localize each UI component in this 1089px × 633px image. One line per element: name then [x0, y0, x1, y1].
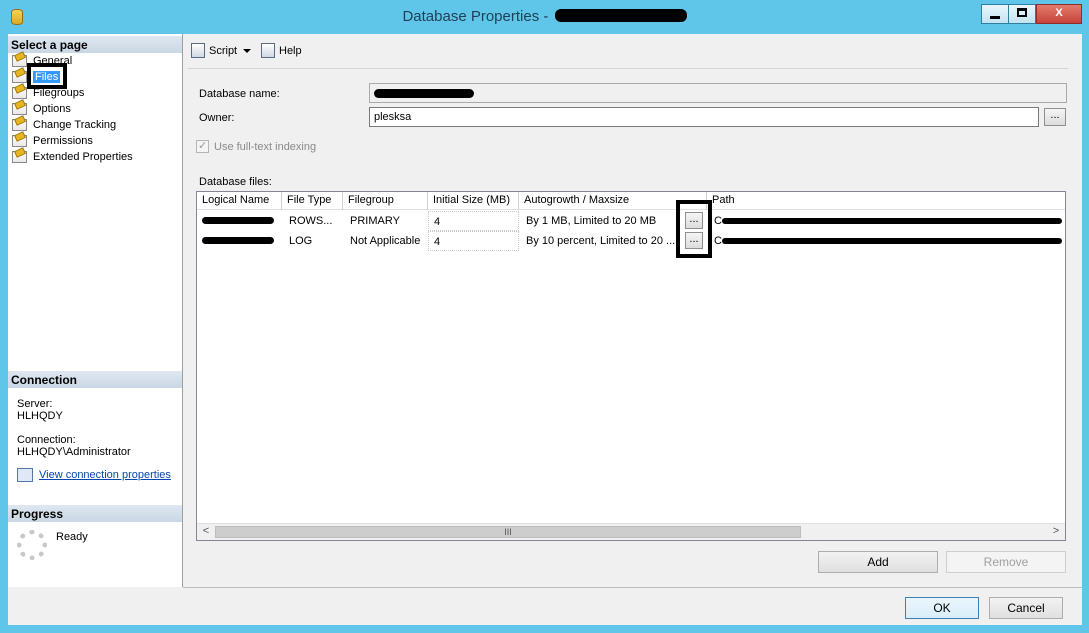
page-item-label: Options — [33, 103, 71, 115]
title-bar[interactable]: Database Properties - X — [0, 0, 1089, 34]
database-name-label: Database name: — [199, 88, 280, 100]
footer-separator — [183, 587, 1082, 588]
maximize-button[interactable] — [1008, 4, 1036, 24]
scroll-right-button[interactable]: > — [1048, 525, 1064, 539]
maximize-icon — [1017, 8, 1027, 17]
page-item-extended-properties[interactable]: Extended Properties — [12, 149, 177, 165]
window-title: Database Properties - — [0, 8, 1089, 25]
page-item-label: Extended Properties — [33, 151, 133, 163]
page-wrench-icon — [12, 151, 27, 163]
select-page-panel: Select a page General Files Filegroups O… — [8, 34, 183, 587]
grid-horizontal-scrollbar[interactable]: < III > — [197, 523, 1065, 540]
column-filegroup[interactable]: Filegroup — [343, 192, 428, 210]
fulltext-indexing-checkbox: Use full-text indexing — [196, 139, 317, 153]
page-wrench-icon — [12, 71, 27, 83]
column-file-type[interactable]: File Type — [282, 192, 343, 210]
initial-size-cell[interactable]: 4 — [428, 231, 519, 251]
autogrowth-cell: By 1 MB, Limited to 20 MB — [526, 215, 657, 227]
redacted-database-name — [554, 9, 687, 22]
minimize-icon — [990, 16, 1000, 19]
database-name-field[interactable] — [369, 83, 1067, 103]
connection-header: Connection — [8, 371, 182, 388]
path-prefix: C — [714, 215, 722, 227]
path-cell[interactable]: C — [709, 211, 1066, 231]
grid-header: Logical Name File Type Filegroup Initial… — [197, 192, 1065, 210]
file-type-cell[interactable]: ROWS... — [284, 211, 343, 231]
page-wrench-icon — [12, 103, 27, 115]
redacted-path — [721, 238, 1062, 244]
initial-size-cell[interactable]: 4 — [428, 211, 519, 231]
progress-status: Ready — [56, 531, 88, 543]
connection-properties-icon — [17, 468, 33, 482]
dialog-client-area: Select a page General Files Filegroups O… — [8, 34, 1082, 625]
window-title-text: Database Properties - — [402, 8, 549, 25]
chevron-down-icon — [243, 48, 252, 53]
filegroup-cell[interactable]: Not Applicable — [345, 231, 428, 251]
column-initial-size[interactable]: Initial Size (MB) — [428, 192, 519, 210]
server-label: Server: — [17, 398, 53, 410]
connection-value: HLHQDY\Administrator — [17, 446, 131, 458]
autogrowth-cell: By 10 percent, Limited to 20 ... — [526, 235, 676, 247]
select-page-header: Select a page — [8, 36, 182, 53]
redacted-path — [721, 218, 1062, 224]
database-files-label: Database files: — [199, 176, 272, 188]
column-path[interactable]: Path — [707, 192, 1066, 210]
scroll-thumb[interactable]: III — [215, 526, 801, 538]
help-icon — [261, 43, 275, 58]
scroll-left-button[interactable]: < — [198, 525, 214, 539]
redacted-logical-name — [202, 237, 274, 244]
minimize-button[interactable] — [981, 4, 1009, 24]
progress-spinner-icon — [17, 530, 47, 560]
path-prefix: C — [714, 235, 722, 247]
script-button[interactable]: Script — [191, 43, 252, 58]
script-label: Script — [209, 44, 238, 57]
logical-name-cell[interactable] — [197, 211, 282, 231]
page-item-permissions[interactable]: Permissions — [12, 133, 177, 149]
owner-label: Owner: — [199, 112, 235, 124]
progress-header: Progress — [8, 505, 182, 522]
path-cell[interactable]: C — [709, 231, 1066, 251]
page-wrench-icon — [12, 55, 27, 67]
fulltext-indexing-label: Use full-text indexing — [214, 140, 317, 153]
help-label: Help — [279, 44, 302, 57]
autogrowth-highlight-box — [676, 200, 712, 258]
file-type-cell[interactable]: LOG — [284, 231, 343, 251]
add-button[interactable]: Add — [818, 551, 938, 573]
ok-button[interactable]: OK — [905, 597, 979, 619]
filegroup-cell[interactable]: PRIMARY — [345, 211, 428, 231]
page-wrench-icon — [12, 119, 27, 131]
logical-name-cell[interactable] — [197, 231, 282, 251]
page-wrench-icon — [12, 135, 27, 147]
remove-button[interactable]: Remove — [946, 551, 1066, 573]
server-value: HLHQDY — [17, 410, 63, 422]
page-item-label: Change Tracking — [33, 119, 117, 131]
view-connection-properties-text: View connection properties — [39, 469, 171, 481]
owner-field[interactable]: plesksa — [369, 107, 1039, 127]
view-connection-properties-link[interactable]: View connection properties — [17, 468, 171, 482]
column-logical-name[interactable]: Logical Name — [197, 192, 282, 210]
owner-browse-button[interactable]: ... — [1044, 108, 1066, 126]
checkbox-checked-icon — [196, 139, 209, 153]
help-button[interactable]: Help — [261, 43, 302, 58]
database-properties-window: Database Properties - X Select a page Ge… — [0, 0, 1089, 633]
cancel-button[interactable]: Cancel — [989, 597, 1063, 619]
window-right-border — [1082, 34, 1089, 633]
redacted-database-name-value — [374, 89, 474, 98]
connection-label: Connection: — [17, 434, 76, 446]
redacted-logical-name — [202, 217, 274, 224]
script-icon — [191, 43, 205, 58]
database-files-grid[interactable]: Logical Name File Type Filegroup Initial… — [196, 191, 1066, 541]
toolbar-separator — [188, 68, 1068, 69]
close-button[interactable]: X — [1036, 4, 1082, 24]
page-item-options[interactable]: Options — [12, 101, 177, 117]
page-item-change-tracking[interactable]: Change Tracking — [12, 117, 177, 133]
page-wrench-icon — [12, 87, 27, 99]
files-highlight-box — [27, 63, 67, 89]
page-item-label: Permissions — [33, 135, 93, 147]
